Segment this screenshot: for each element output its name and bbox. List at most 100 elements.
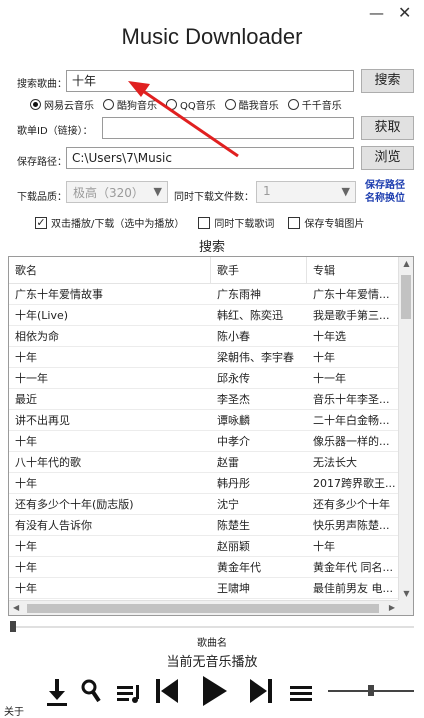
table-row[interactable]: 十年 梁朝伟、李宇春 十年 xyxy=(9,347,399,368)
source-label: QQ音乐 xyxy=(180,101,216,112)
cell-album: 音乐十年李圣... xyxy=(313,393,390,406)
playback-progress-thumb[interactable] xyxy=(10,621,16,632)
scroll-down-icon[interactable]: ▼ xyxy=(399,589,413,598)
cell-album: 十年 xyxy=(313,351,335,364)
search-input[interactable]: 十年 xyxy=(66,70,354,92)
close-button[interactable]: ✕ xyxy=(398,5,411,21)
playlist-icon[interactable] xyxy=(114,673,142,709)
vertical-scrollbar[interactable]: ▲ ▼ xyxy=(398,257,413,600)
table-row[interactable]: 八十年代的歌 赵雷 无法长大 xyxy=(9,452,399,473)
vertical-scroll-thumb[interactable] xyxy=(401,275,411,319)
play-icon[interactable] xyxy=(198,673,230,709)
cell-album: 我是歌手第三... xyxy=(313,309,390,322)
column-header-artist[interactable]: 歌手 xyxy=(211,257,307,284)
source-netease[interactable]: 网易云音乐 xyxy=(30,97,94,112)
playlist-id-input[interactable] xyxy=(102,117,354,139)
table-row[interactable]: 十年 赵丽颖 十年 xyxy=(9,536,399,557)
table-row[interactable]: 最近 李圣杰 音乐十年李圣... xyxy=(9,389,399,410)
cell-artist: 黄金年代 xyxy=(217,561,261,574)
table-row[interactable]: 十一年 邱永传 十一年 xyxy=(9,368,399,389)
cell-song: 八十年代的歌 xyxy=(15,456,81,469)
cell-album: 无法长大 xyxy=(313,456,357,469)
cell-artist: 中孝介 xyxy=(217,435,250,448)
playback-status: 当前无音乐播放 xyxy=(166,655,258,670)
source-kuwo[interactable]: 酷我音乐 xyxy=(224,97,279,112)
scroll-right-icon[interactable]: ▶ xyxy=(389,603,395,612)
scroll-left-icon[interactable]: ◀ xyxy=(13,603,19,612)
options-row: ✓ 双击播放/下载（选中为播放） 同时下载歌词 保存专辑图片 xyxy=(35,215,378,230)
option-label: 同时下载歌词 xyxy=(214,219,275,230)
option-double-click-play[interactable]: ✓ 双击播放/下载（选中为播放） xyxy=(35,215,184,230)
download-icon[interactable] xyxy=(44,673,70,709)
scroll-corner xyxy=(398,600,413,615)
column-header-album[interactable]: 专辑 xyxy=(307,257,399,284)
source-selector: 网易云音乐 酷狗音乐 QQ音乐 酷我音乐 千千音乐 xyxy=(30,97,351,112)
cell-song: 有没有人告诉你 xyxy=(15,519,92,532)
radio-icon xyxy=(224,99,236,110)
next-track-icon[interactable] xyxy=(246,673,276,709)
option-save-album-art[interactable]: 保存专辑图片 xyxy=(288,215,364,230)
table-row[interactable]: 十年 黄金年代 黄金年代 同名... xyxy=(9,557,399,578)
table-row[interactable]: 有没有人告诉你 陈楚生 快乐男声陈楚... xyxy=(9,515,399,536)
quality-select[interactable]: 极高（320） ▼ xyxy=(66,181,168,203)
cell-artist: 王啸坤 xyxy=(217,582,250,595)
table-row[interactable]: 十年 韩丹彤 2017跨界歌王... xyxy=(9,473,399,494)
minimize-button[interactable]: — xyxy=(369,6,384,21)
concurrent-value: 1 xyxy=(263,184,271,198)
cell-artist: 韩丹彤 xyxy=(217,477,250,490)
cell-album: 还有多少个十年 xyxy=(313,498,390,511)
results-table[interactable]: 歌名 歌手 专辑 广东十年爱情故事 广东雨神 广东十年爱情... 十年(Live) 韩… xyxy=(8,256,414,616)
radio-icon xyxy=(166,99,177,110)
source-label: 网易云音乐 xyxy=(44,101,94,112)
cell-song: 最近 xyxy=(15,393,37,406)
previous-track-icon[interactable] xyxy=(152,673,182,709)
cell-album: 十年 xyxy=(313,540,335,553)
browse-button[interactable]: 浏览 xyxy=(361,146,414,170)
save-path-input[interactable]: C:\Users\7\Music xyxy=(66,147,354,169)
radio-icon xyxy=(103,99,114,110)
cell-song: 相依为命 xyxy=(15,330,59,343)
chevron-down-icon: ▼ xyxy=(341,185,350,198)
menu-icon[interactable] xyxy=(288,673,314,709)
table-header: 歌名 歌手 专辑 xyxy=(9,257,399,284)
table-row[interactable]: 十年 王啸坤 最佳前男友 电... xyxy=(9,578,399,599)
table-row[interactable]: 十年(Live) 韩红、陈奕迅 我是歌手第三... xyxy=(9,305,399,326)
checkbox-icon xyxy=(198,216,211,229)
horizontal-scrollbar[interactable]: ◀ ▶ xyxy=(9,600,399,615)
current-song-label: 歌曲名 xyxy=(197,638,227,649)
table-row[interactable]: 还有多少个十年(励志版) 沈宁 还有多少个十年 xyxy=(9,494,399,515)
column-header-song[interactable]: 歌名 xyxy=(9,257,211,284)
app-title: Music Downloader xyxy=(121,24,303,49)
cell-artist: 李圣杰 xyxy=(217,393,250,406)
cell-song: 十年 xyxy=(15,582,37,595)
source-kugou[interactable]: 酷狗音乐 xyxy=(103,97,157,112)
cell-song: 十年 xyxy=(15,540,37,553)
source-label: 酷我音乐 xyxy=(238,101,279,112)
table-body: 广东十年爱情故事 广东雨神 广东十年爱情... 十年(Live) 韩红、陈奕迅 我是歌手… xyxy=(9,284,399,599)
cell-song: 还有多少个十年(励志版) xyxy=(15,498,134,511)
chevron-down-icon: ▼ xyxy=(153,185,162,198)
scroll-up-icon[interactable]: ▲ xyxy=(399,259,413,268)
cell-album: 十年选 xyxy=(313,330,346,343)
save-path-rename-link[interactable]: 保存路径 名称换位 xyxy=(365,179,405,205)
source-qianqian[interactable]: 千千音乐 xyxy=(287,97,342,112)
horizontal-scroll-thumb[interactable] xyxy=(27,604,379,613)
volume-slider-thumb[interactable] xyxy=(368,685,374,696)
concurrent-select[interactable]: 1 ▼ xyxy=(256,181,356,203)
search-icon[interactable] xyxy=(80,673,102,709)
option-download-lyrics[interactable]: 同时下载歌词 xyxy=(198,215,274,230)
table-row[interactable]: 十年 中孝介 像乐器一样的... xyxy=(9,431,399,452)
cell-album: 广东十年爱情... xyxy=(313,288,390,301)
playback-progress-track[interactable] xyxy=(10,626,414,628)
table-row[interactable]: 讲不出再见 谭咏麟 二十年白金畅... xyxy=(9,410,399,431)
cell-song: 讲不出再见 xyxy=(15,414,70,427)
search-button[interactable]: 搜索 xyxy=(361,69,414,93)
cell-album: 黄金年代 同名... xyxy=(313,561,393,574)
fetch-playlist-button[interactable]: 获取 xyxy=(361,116,414,140)
table-row[interactable]: 相依为命 陈小春 十年选 xyxy=(9,326,399,347)
source-qq[interactable]: QQ音乐 xyxy=(166,97,216,112)
table-row[interactable]: 广东十年爱情故事 广东雨神 广东十年爱情... xyxy=(9,284,399,305)
cell-song: 广东十年爱情故事 xyxy=(15,288,103,301)
about-link[interactable]: 关于 xyxy=(4,703,24,718)
cell-artist: 韩红、陈奕迅 xyxy=(217,309,283,322)
